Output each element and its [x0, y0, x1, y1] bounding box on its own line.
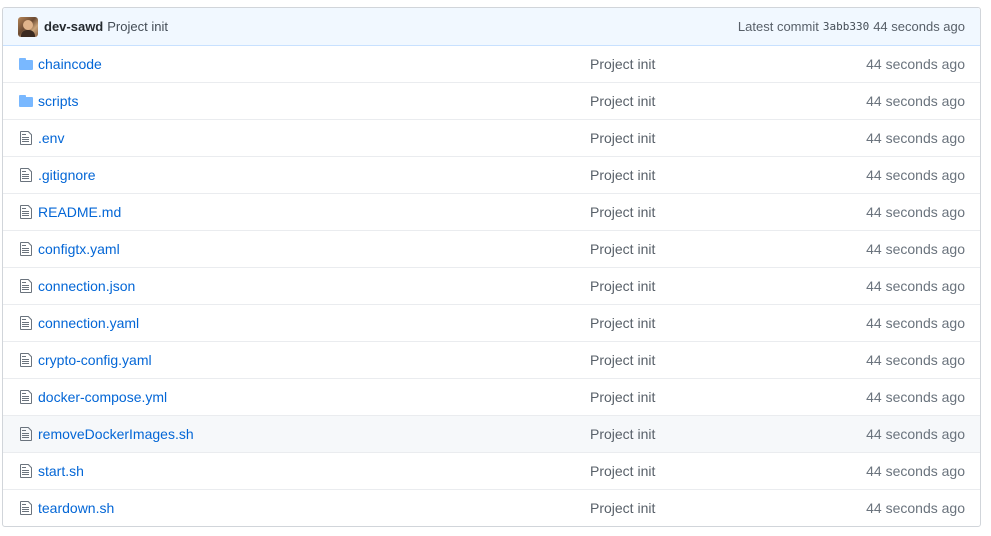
- commit-sha-link[interactable]: 3abb330: [823, 20, 869, 33]
- latest-commit-bar: dev-sawd Project init Latest commit 3abb…: [3, 8, 980, 46]
- file-icon: [18, 352, 34, 368]
- file-browser: dev-sawd Project init Latest commit 3abb…: [2, 7, 981, 527]
- file-icon: [18, 204, 34, 220]
- file-commit-message-link[interactable]: Project init: [590, 130, 655, 146]
- file-row[interactable]: connection.yaml Project init 44 seconds ag…: [3, 304, 980, 341]
- file-list: chaincode Project init 44 seconds ago scrip…: [3, 46, 980, 526]
- file-age: 44 seconds ago: [866, 93, 965, 109]
- file-commit-message-link[interactable]: Project init: [590, 56, 655, 72]
- file-row[interactable]: chaincode Project init 44 seconds ago: [3, 46, 980, 82]
- file-name-link[interactable]: teardown.sh: [38, 500, 114, 516]
- file-icon: [18, 130, 34, 146]
- commit-meta: Latest commit 3abb330 44 seconds ago: [738, 19, 965, 34]
- file-icon: [18, 241, 34, 257]
- file-name-link[interactable]: configtx.yaml: [38, 241, 120, 257]
- file-row[interactable]: teardown.sh Project init 44 seconds ago: [3, 489, 980, 526]
- file-row[interactable]: crypto-config.yaml Project init 44 seconds…: [3, 341, 980, 378]
- file-row[interactable]: removeDockerImages.sh Project init 44 seco…: [3, 415, 980, 452]
- file-commit-message-link[interactable]: Project init: [590, 315, 655, 331]
- file-icon: [18, 278, 34, 294]
- file-icon: [18, 315, 34, 331]
- file-age: 44 seconds ago: [866, 167, 965, 183]
- file-age: 44 seconds ago: [866, 352, 965, 368]
- latest-commit-label: Latest commit: [737, 19, 819, 34]
- file-name-link[interactable]: .gitignore: [38, 167, 96, 183]
- file-row[interactable]: connection.json Project init 44 seconds ag…: [3, 267, 980, 304]
- file-age: 44 seconds ago: [866, 463, 965, 479]
- file-row[interactable]: .gitignore Project init 44 seconds ago: [3, 156, 980, 193]
- file-commit-message-link[interactable]: Project init: [590, 204, 655, 220]
- file-age: 44 seconds ago: [866, 500, 965, 516]
- file-name-link[interactable]: chaincode: [38, 56, 102, 72]
- file-icon: [18, 389, 34, 405]
- file-name-link[interactable]: removeDockerImages.sh: [38, 426, 194, 442]
- file-age: 44 seconds ago: [866, 130, 965, 146]
- file-commit-message-link[interactable]: Project init: [590, 352, 655, 368]
- file-commit-message-link[interactable]: Project init: [590, 389, 655, 405]
- file-commit-message-link[interactable]: Project init: [590, 278, 655, 294]
- file-row[interactable]: configtx.yaml Project init 44 seconds ago: [3, 230, 980, 267]
- file-commit-message-link[interactable]: Project init: [590, 500, 655, 516]
- file-name-link[interactable]: README.md: [38, 204, 121, 220]
- file-icon: [18, 463, 34, 479]
- file-commit-message-link[interactable]: Project init: [590, 463, 655, 479]
- file-age: 44 seconds ago: [866, 426, 965, 442]
- file-age: 44 seconds ago: [866, 56, 965, 72]
- file-icon: [18, 167, 34, 183]
- file-age: 44 seconds ago: [866, 278, 965, 294]
- commit-author-link[interactable]: dev-sawd: [44, 19, 103, 34]
- file-name-link[interactable]: scripts: [38, 93, 78, 109]
- file-name-link[interactable]: .env: [38, 130, 64, 146]
- folder-icon: [18, 56, 34, 72]
- file-age: 44 seconds ago: [866, 204, 965, 220]
- file-row[interactable]: docker-compose.yml Project init 44 seconds…: [3, 378, 980, 415]
- file-name-link[interactable]: start.sh: [38, 463, 84, 479]
- file-row[interactable]: start.sh Project init 44 seconds ago: [3, 452, 980, 489]
- file-icon: [18, 426, 34, 442]
- file-row[interactable]: README.md Project init 44 seconds ago: [3, 193, 980, 230]
- file-age: 44 seconds ago: [866, 389, 965, 405]
- commit-age: 44 seconds ago: [873, 19, 965, 34]
- file-row[interactable]: .env Project init 44 seconds ago: [3, 119, 980, 156]
- file-commit-message-link[interactable]: Project init: [590, 167, 655, 183]
- file-commit-message-link[interactable]: Project init: [590, 93, 655, 109]
- file-row[interactable]: scripts Project init 44 seconds ago: [3, 82, 980, 119]
- file-name-link[interactable]: connection.yaml: [38, 315, 139, 331]
- file-name-link[interactable]: connection.json: [38, 278, 135, 294]
- folder-icon: [18, 93, 34, 109]
- file-commit-message-link[interactable]: Project init: [590, 241, 655, 257]
- file-age: 44 seconds ago: [866, 241, 965, 257]
- commit-message-link[interactable]: Project init: [107, 19, 168, 34]
- file-name-link[interactable]: docker-compose.yml: [38, 389, 167, 405]
- file-name-link[interactable]: crypto-config.yaml: [38, 352, 152, 368]
- file-age: 44 seconds ago: [866, 315, 965, 331]
- file-commit-message-link[interactable]: Project init: [590, 426, 655, 442]
- avatar[interactable]: [18, 16, 38, 37]
- file-icon: [18, 500, 34, 516]
